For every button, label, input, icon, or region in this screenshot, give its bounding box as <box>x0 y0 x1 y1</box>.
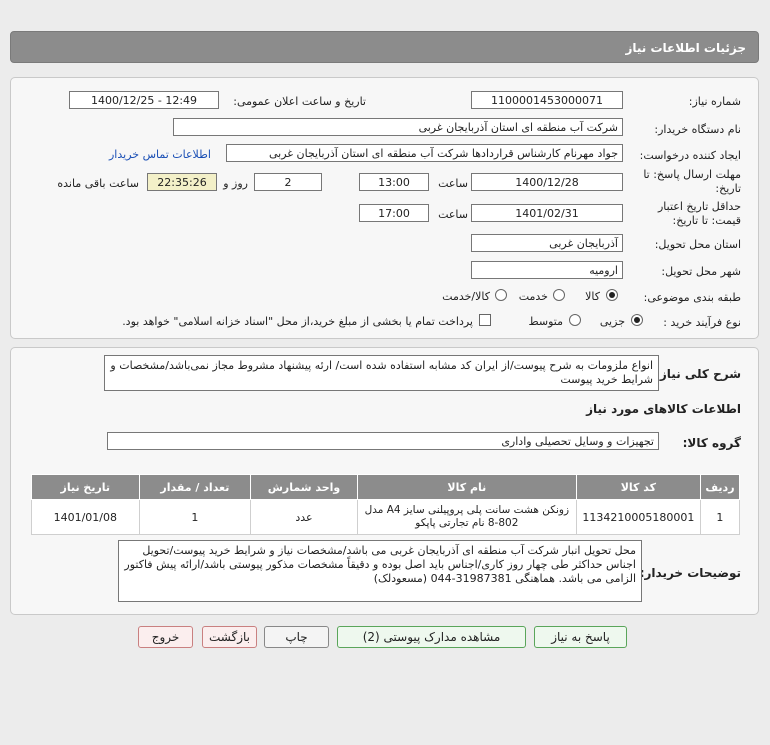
city-label: شهر محل تحویل: <box>661 265 741 278</box>
cell-date: 1401/01/08 <box>31 499 140 535</box>
category-goods-service-label: کالا/خدمت <box>442 290 490 303</box>
announce-field[interactable]: 1400/12/25 - 12:49 <box>69 91 219 109</box>
validity-time-field[interactable]: 17:00 <box>359 204 429 222</box>
deadline-date-field[interactable]: 1400/12/28 <box>471 173 623 191</box>
group-label: گروه کالا: <box>682 436 741 450</box>
deadline-time-field[interactable]: 13:00 <box>359 173 429 191</box>
process-radio-medium[interactable] <box>569 314 581 326</box>
reply-button[interactable]: پاسخ به نیاز <box>534 626 627 648</box>
goods-table: ردیف کد کالا نام کالا واحد شمارش تعداد /… <box>31 474 741 535</box>
cell-unit: عدد <box>250 499 358 535</box>
requester-label: ایجاد کننده درخواست: <box>639 149 741 162</box>
buyer-field[interactable]: شرکت آب منطقه ای استان آذربایجان غربی <box>173 118 623 136</box>
process-label: نوع فرآیند خرید : <box>663 316 741 329</box>
col-unit-header: واحد شمارش <box>250 474 358 500</box>
deadline-label: مهلت ارسال پاسخ: تا <box>643 168 741 181</box>
buyer-contact-link[interactable]: اطلاعات تماس خریدار <box>109 148 211 161</box>
buyer-notes-label: توضیحات خریدار: <box>639 566 741 580</box>
deadline-time-label: ساعت <box>438 177 468 190</box>
province-field[interactable]: آذربایجان غربی <box>471 234 623 252</box>
validity-time-label: ساعت <box>438 208 468 221</box>
cell-code: 1134210005180001 <box>575 499 701 535</box>
col-code-header: کد کالا <box>575 474 701 500</box>
validity-label-2: قیمت: تا تاریخ: <box>672 214 741 227</box>
category-service-label: خدمت <box>518 290 548 303</box>
table-row[interactable]: 1 1134210005180001 زونکن هشت سانت پلی پر… <box>31 499 741 535</box>
category-radio-goods[interactable] <box>606 289 618 301</box>
days-field[interactable]: 2 <box>254 173 322 191</box>
view-attachments-button[interactable]: مشاهده مدارک پیوستی (2) <box>337 626 526 648</box>
treasury-payment-checkbox[interactable] <box>479 314 491 326</box>
requester-field[interactable]: جواد مهرنام کارشناس قراردادها شرکت آب من… <box>226 144 623 162</box>
cell-name: زونکن هشت سانت پلی پروپیلنی سایز A4 مدل … <box>356 499 577 535</box>
need-number-field[interactable]: 1100001453000071 <box>471 91 623 109</box>
announce-label: تاریخ و ساعت اعلان عمومی: <box>233 95 366 108</box>
process-minor-label: جزیی <box>599 315 625 328</box>
validity-label: حداقل تاریخ اعتبار <box>657 200 741 213</box>
need-number-label: شماره نیاز: <box>688 95 741 108</box>
table-header-row: ردیف کد کالا نام کالا واحد شمارش تعداد /… <box>31 474 741 500</box>
treasury-payment-note: پرداخت تمام یا بخشی از مبلغ خرید،از محل … <box>122 315 473 328</box>
goods-info-title: اطلاعات کالاهای مورد نیاز <box>586 402 741 416</box>
col-date-header: تاریخ نیاز <box>31 474 140 500</box>
cell-row: 1 <box>699 499 741 535</box>
city-field[interactable]: ارومیه <box>471 261 623 279</box>
category-label: طبقه بندی موضوعی: <box>643 291 741 304</box>
process-medium-label: متوسط <box>528 315 563 328</box>
col-row-header: ردیف <box>699 474 741 500</box>
col-name-header: نام کالا <box>356 474 577 500</box>
process-radio-minor[interactable] <box>631 314 643 326</box>
summary-label: شرح کلی نیاز: <box>655 367 741 381</box>
page-title: جزئیات اطلاعات نیاز <box>625 41 746 55</box>
group-field[interactable]: تجهیزات و وسایل تحصیلی واداری <box>107 432 659 450</box>
buyer-label: نام دستگاه خریدار: <box>654 123 741 136</box>
category-goods-label: کالا <box>585 290 600 303</box>
cell-qty: 1 <box>138 499 252 535</box>
col-qty-header: تعداد / مقدار <box>138 474 252 500</box>
page-header: جزئیات اطلاعات نیاز <box>10 31 759 63</box>
validity-date-field[interactable]: 1401/02/31 <box>471 204 623 222</box>
summary-textarea[interactable]: انواع ملزومات به شرح پیوست/از ایران کد م… <box>104 355 659 391</box>
days-label: روز و <box>223 177 248 190</box>
back-button[interactable]: بازگشت <box>202 626 257 648</box>
category-radio-goods-service[interactable] <box>495 289 507 301</box>
remaining-label: ساعت باقی مانده <box>57 177 139 190</box>
remaining-time-field: 22:35:26 <box>147 173 217 191</box>
exit-button[interactable]: خروج <box>138 626 193 648</box>
province-label: استان محل تحویل: <box>654 238 741 251</box>
deadline-label-2: تاریخ: <box>715 182 741 195</box>
buyer-notes-textarea[interactable]: محل تحویل انبار شرکت آب منطقه ای آذربایج… <box>118 540 642 602</box>
category-radio-service[interactable] <box>553 289 565 301</box>
print-button[interactable]: چاپ <box>264 626 329 648</box>
